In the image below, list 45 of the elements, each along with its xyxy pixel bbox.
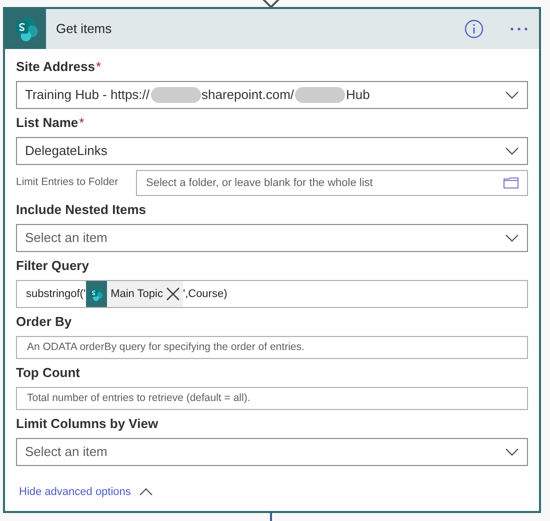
dropdown-field[interactable]: Select an item: [16, 224, 528, 252]
connector-line: [270, 512, 272, 521]
field-label: Limit Columns by View: [16, 416, 160, 432]
text-field[interactable]: An ODATA orderBy query for specifying the order of entries.: [16, 336, 528, 359]
field-placeholder: Select an item: [25, 443, 108, 462]
field-placeholder: Select an item: [25, 229, 108, 248]
expression-field[interactable]: substringof(' Main Topic ',Course): [16, 280, 528, 308]
chevron-down-icon: [505, 147, 519, 155]
chevron-down-icon: [505, 91, 519, 99]
field-value: sharepoint.com/: [202, 86, 294, 104]
field-value: DelegateLinks: [25, 142, 108, 160]
chevron-up-icon: [138, 488, 153, 496]
sharepoint-icon: [88, 286, 104, 302]
field-label: Top Count: [16, 365, 82, 381]
field-label: Limit Entries to Folder: [16, 175, 120, 190]
field-label: List Name*: [16, 115, 86, 131]
hide-advanced-options-link[interactable]: Hide advanced options: [19, 484, 153, 500]
dropdown-field[interactable]: DelegateLinks: [16, 137, 528, 165]
field-placeholder: An ODATA orderBy query for specifying the order of entries.: [27, 340, 304, 355]
redaction-mark: [150, 87, 201, 103]
required-mark: *: [79, 115, 84, 130]
chevron-down-icon: [505, 448, 519, 456]
card-title: Get items: [56, 20, 113, 38]
dynamic-token[interactable]: Main Topic: [86, 281, 183, 307]
field-placeholder: Select a folder, or leave blank for the whole list: [146, 176, 373, 191]
more-icon[interactable]: [509, 26, 529, 32]
chevron-down-icon: [505, 234, 519, 242]
folder-field[interactable]: Select a folder, or leave blank for the whole list: [136, 170, 528, 196]
field-value: Hub: [346, 86, 370, 104]
field-value: Training Hub - https://: [25, 86, 150, 104]
field-label: Site Address*: [16, 59, 102, 75]
field-label: Order By: [16, 314, 73, 330]
redaction-mark: [295, 87, 346, 103]
close-icon[interactable]: [164, 286, 181, 302]
folder-icon[interactable]: [503, 177, 519, 189]
required-mark: *: [96, 59, 102, 74]
dropdown-field[interactable]: Training Hub - https:// sharepoint.com/ Hub: [16, 81, 528, 109]
field-label: Include Nested Items: [16, 202, 148, 218]
expression-text: ',Course): [182, 286, 228, 302]
field-label: Filter Query: [16, 258, 90, 274]
field-placeholder: Total number of entries to retrieve (default = all).: [27, 390, 250, 406]
info-icon[interactable]: [464, 19, 484, 39]
text-field[interactable]: Total number of entries to retrieve (default = all).: [16, 387, 528, 410]
dropdown-field[interactable]: Select an item: [16, 438, 528, 466]
expression-text: substringof(': [26, 286, 86, 302]
